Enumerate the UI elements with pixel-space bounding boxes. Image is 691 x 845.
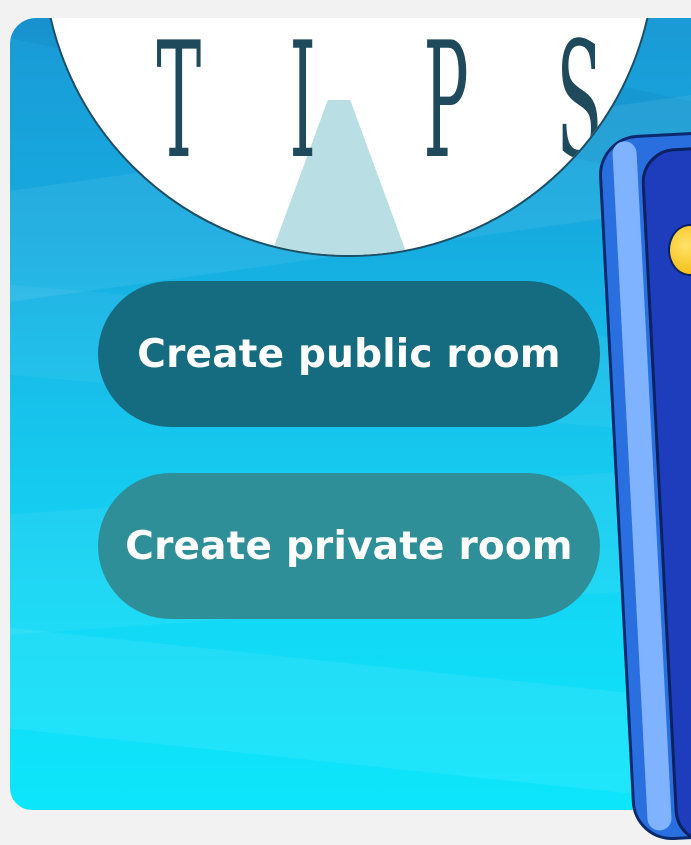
logo-wordmark: T I P S: [139, 18, 603, 194]
create-public-room-button[interactable]: Create public room: [98, 281, 600, 427]
background-stripe: [10, 616, 691, 810]
logo-letter: I: [289, 18, 317, 194]
create-private-room-button[interactable]: Create private room: [98, 473, 600, 619]
logo-letter: T: [156, 18, 202, 194]
logo-letter: P: [423, 18, 469, 194]
logo-letter: S: [556, 18, 603, 194]
app-screen: T I P S Create public room Create privat…: [10, 18, 691, 810]
